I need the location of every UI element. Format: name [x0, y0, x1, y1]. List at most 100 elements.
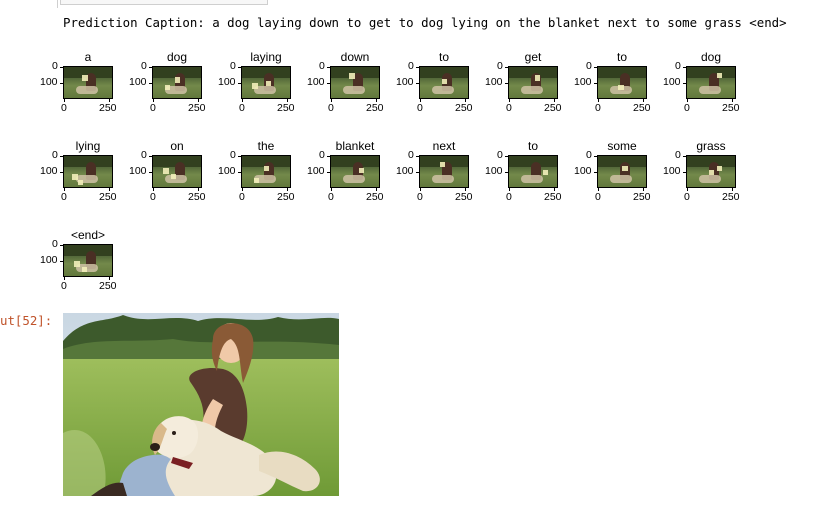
y-tick-label: 100	[574, 76, 592, 88]
attention-highlight	[165, 85, 170, 90]
y-tick-label: 0	[319, 60, 325, 72]
x-tick-label: 0	[239, 102, 245, 114]
thumb-dog	[432, 86, 454, 94]
attention-highlight	[163, 168, 169, 174]
y-tick-label: 0	[230, 60, 236, 72]
y-tick-label: 0	[52, 238, 58, 250]
attention-highlight	[618, 85, 624, 90]
attention-heatmap	[152, 66, 202, 99]
y-tick-label: 100	[129, 76, 147, 88]
y-tick-label: 100	[307, 165, 325, 177]
y-tick-label: 100	[129, 165, 147, 177]
x-tick-label: 250	[455, 191, 473, 203]
y-tick-label: 0	[319, 149, 325, 161]
x-tick-label: 250	[188, 102, 206, 114]
y-tick-label: 0	[141, 60, 147, 72]
attention-word: <end>	[70, 228, 106, 242]
attention-word: lying	[75, 139, 101, 153]
x-tick-label: 250	[455, 102, 473, 114]
attention-heatmap	[597, 155, 647, 188]
x-tick-label: 250	[544, 102, 562, 114]
y-tick-label: 100	[40, 165, 58, 177]
attention-highlight	[543, 170, 548, 175]
attention-highlight	[359, 168, 364, 173]
y-tick-label: 0	[52, 149, 58, 161]
y-tick-label: 100	[663, 165, 681, 177]
attention-plot: to 0 100 0 250	[474, 139, 563, 231]
attention-highlight	[717, 73, 722, 78]
x-tick-label: 250	[366, 191, 384, 203]
attention-highlight	[709, 170, 714, 175]
thumb-dog	[521, 175, 543, 183]
y-tick-label: 100	[396, 165, 414, 177]
attention-word: a	[84, 50, 92, 64]
attention-highlight	[252, 83, 258, 89]
y-tick-label: 100	[40, 76, 58, 88]
attention-plot: blanket 0 100 0 250	[296, 139, 385, 231]
attention-word: on	[170, 139, 184, 153]
attention-word: dog	[166, 50, 188, 64]
attention-highlight	[254, 178, 259, 183]
x-tick-label: 0	[61, 102, 67, 114]
attention-plot: grass 0 100 0 250	[652, 139, 741, 231]
x-tick-label: 0	[328, 191, 334, 203]
attention-word: to	[438, 50, 449, 64]
attention-plot: down 0 100 0 250	[296, 50, 385, 142]
attention-plot: on 0 100 0 250	[118, 139, 207, 231]
thumb-dog	[699, 175, 721, 183]
x-tick-label: 0	[61, 280, 67, 292]
attention-heatmap	[152, 155, 202, 188]
y-tick-label: 0	[586, 60, 592, 72]
attention-heatmap	[241, 155, 291, 188]
y-tick-label: 100	[663, 76, 681, 88]
y-tick-label: 0	[586, 149, 592, 161]
x-tick-label: 0	[417, 102, 423, 114]
x-tick-label: 0	[150, 191, 156, 203]
attention-highlight	[535, 75, 540, 81]
attention-word: some	[607, 139, 637, 153]
x-tick-label: 0	[506, 102, 512, 114]
x-tick-label: 250	[99, 280, 117, 292]
attention-heatmap	[419, 155, 469, 188]
attention-highlight	[74, 261, 80, 267]
x-tick-label: 0	[61, 191, 67, 203]
x-tick-label: 250	[99, 102, 117, 114]
attention-highlight	[622, 166, 628, 171]
y-tick-label: 0	[230, 149, 236, 161]
attention-plot: dog 0 100 0 250	[652, 50, 741, 142]
attention-heatmap	[63, 66, 113, 99]
x-tick-label: 250	[633, 191, 651, 203]
x-tick-label: 250	[722, 102, 740, 114]
attention-word: dog	[700, 50, 722, 64]
thumb-dog	[432, 175, 454, 183]
y-tick-label: 100	[574, 165, 592, 177]
y-tick-label: 0	[675, 149, 681, 161]
photo-girl-with-dog	[63, 313, 339, 496]
attention-word: to	[616, 50, 627, 64]
x-tick-label: 0	[417, 191, 423, 203]
attention-plot: some 0 100 0 250	[563, 139, 652, 231]
attention-highlight	[264, 166, 269, 171]
attention-word: to	[527, 139, 538, 153]
x-tick-label: 250	[366, 102, 384, 114]
y-tick-label: 100	[218, 76, 236, 88]
y-tick-label: 0	[408, 60, 414, 72]
attention-word: the	[257, 139, 275, 153]
y-tick-label: 100	[485, 76, 503, 88]
x-tick-label: 0	[595, 191, 601, 203]
attention-plot: to 0 100 0 250	[563, 50, 652, 142]
attention-plot: to 0 100 0 250	[385, 50, 474, 142]
attention-highlight	[440, 162, 445, 167]
attention-heatmap	[63, 155, 113, 188]
attention-plot: next 0 100 0 250	[385, 139, 474, 231]
attention-heatmap	[419, 66, 469, 99]
x-tick-label: 0	[150, 102, 156, 114]
input-image	[63, 313, 339, 496]
y-tick-label: 100	[40, 254, 58, 266]
attention-plot: a 0 100 0 250	[29, 50, 118, 142]
thumb-dog	[76, 86, 98, 94]
attention-plot: lying 0 100 0 250	[29, 139, 118, 231]
attention-highlight	[82, 75, 88, 81]
attention-highlight	[78, 180, 83, 185]
x-tick-label: 250	[188, 191, 206, 203]
